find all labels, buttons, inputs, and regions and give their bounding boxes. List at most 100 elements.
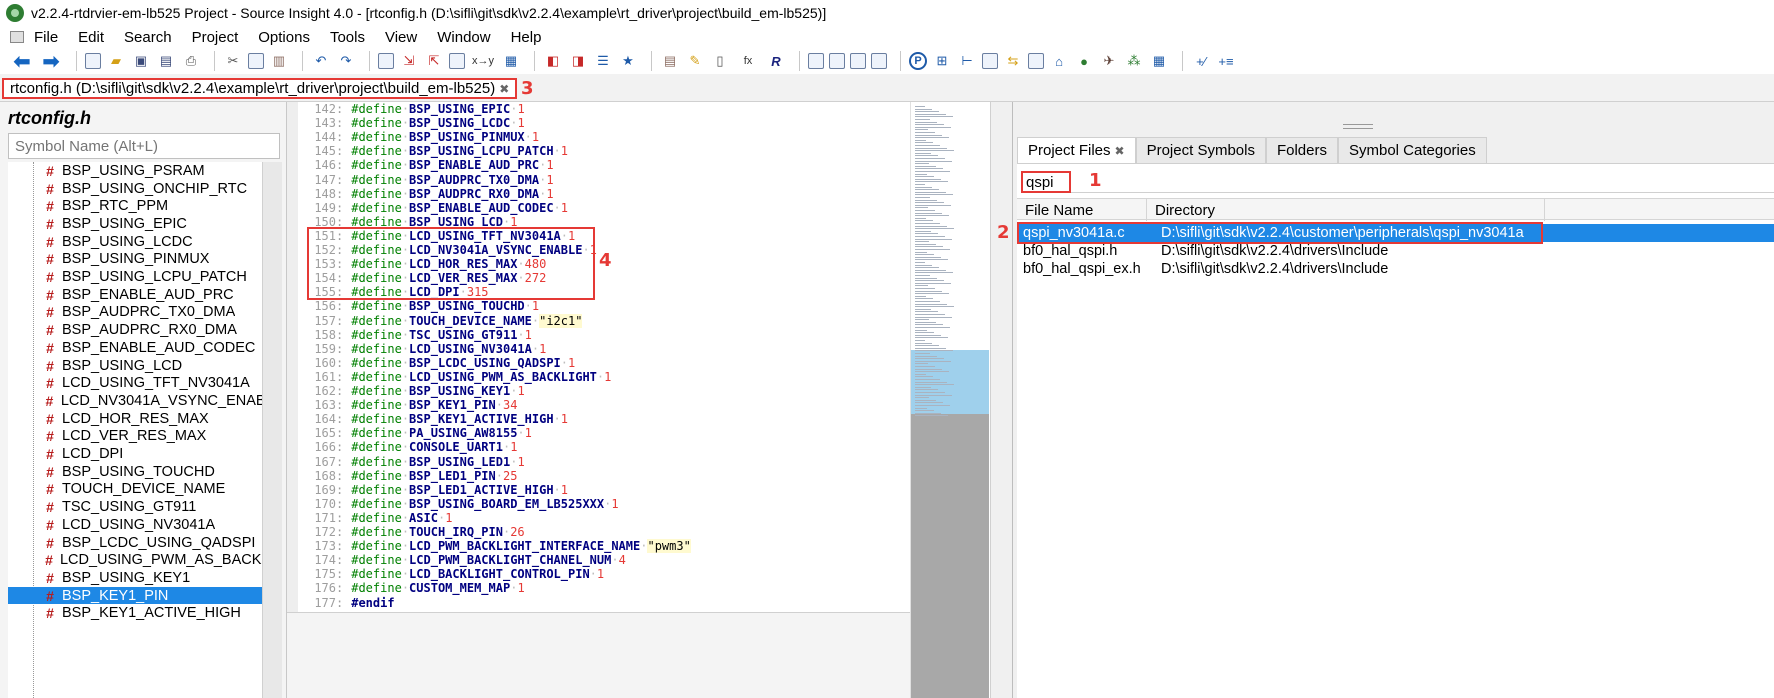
tab-folders[interactable]: Folders [1265,137,1338,163]
code-line[interactable]: 145: #define · BSP_USING_LCPU_PATCH · 1 [298,144,568,158]
code-line[interactable]: 142: #define · BSP_USING_EPIC · 1 [298,102,524,116]
panel-grip[interactable] [1343,124,1373,129]
symbol-list-item[interactable]: # LCD_DPI [8,445,262,463]
code-line[interactable]: 167: #define · BSP_USING_LED1 · 1 [298,455,524,469]
r-icon[interactable]: R [766,52,786,70]
symbol-list-item[interactable]: # BSP_USING_LCDC [8,233,262,251]
star-icon[interactable]: ★ [618,52,638,70]
redo-icon[interactable]: ↷ [336,52,356,70]
symbol-list-item[interactable]: # BSP_USING_PSRAM [8,162,262,180]
code-line[interactable]: 168: #define · BSP_LED1_PIN · 25 [298,469,517,483]
code-line[interactable]: 161: #define · LCD_USING_PWM_AS_BACKLIGHT · 1 [298,370,611,384]
project-icon[interactable]: ▤ [660,52,680,70]
symbol-list-item[interactable]: # BSP_RTC_PPM [8,197,262,215]
symbol-list-item[interactable]: # BSP_USING_EPIC [8,215,262,233]
outline-icon[interactable]: ☰ [593,52,613,70]
symbol-list-item[interactable]: # BSP_USING_PINMUX [8,251,262,269]
menu-tools[interactable]: Tools [330,29,365,46]
tab-symbol-categories[interactable]: Symbol Categories [1338,137,1487,163]
symbol-search-input[interactable] [8,133,280,159]
code-line[interactable]: 144: #define · BSP_USING_PINMUX · 1 [298,130,539,144]
system-menu-icon[interactable] [10,31,24,43]
file-row[interactable]: bf0_hal_qspi_ex.h D:\sifli\git\sdk\v2.2.4… [1017,260,1774,278]
project-file-search-input[interactable] [1021,171,1071,193]
doc-icon[interactable] [982,53,998,69]
menu-search[interactable]: Search [124,29,172,46]
menu-options[interactable]: Options [258,29,310,46]
layout2-icon[interactable] [829,53,845,69]
symbol-list-item[interactable]: # BSP_KEY1_PIN [8,586,262,605]
p-icon[interactable]: P [909,52,927,70]
code-line[interactable]: 158: #define · TSC_USING_GT911 · 1 [298,328,532,342]
code-line[interactable]: 165: #define · PA_USING_AW8155 · 1 [298,426,532,440]
plus-left-icon[interactable]: +⁄ [1191,52,1211,70]
snippet-icon[interactable]: ✎ [685,52,705,70]
code-line[interactable]: 148: #define · BSP_AUDPRC_RX0_DMA · 1 [298,187,553,201]
tab-project-symbols[interactable]: Project Symbols [1135,137,1266,163]
code-line[interactable]: 164: #define · BSP_KEY1_ACTIVE_HIGH · 1 [298,412,568,426]
menu-project[interactable]: Project [192,29,239,46]
symbol-list-item[interactable]: # TSC_USING_GT911 [8,498,262,516]
search-icon[interactable] [449,53,465,69]
back-icon[interactable]: ⬅ [10,51,34,73]
bookmark-next-icon[interactable]: ◨ [568,52,588,70]
copy-icon[interactable] [248,53,264,69]
code-line[interactable]: 173: #define · LCD_PWM_BACKLIGHT_INTERFACE_… [298,539,691,554]
symbol-list-item[interactable]: # BSP_KEY1_ACTIVE_HIGH [8,605,262,623]
lookup-icon[interactable]: ⇱ [424,52,444,70]
column-header-directory[interactable]: Directory [1147,199,1545,221]
help-icon[interactable] [1028,53,1044,69]
new-file-icon[interactable] [85,53,101,69]
editor-horizontal-scrollbar[interactable] [287,612,912,698]
symbol-list-item[interactable]: # LCD_USING_TFT_NV3041A [8,374,262,392]
jump-icon[interactable]: ⇲ [399,52,419,70]
home-icon[interactable]: ⌂ [1049,52,1069,70]
code-line[interactable]: 147: #define · BSP_AUDPRC_TX0_DMA · 1 [298,173,553,187]
menu-window[interactable]: Window [437,29,490,46]
zoom-icon[interactable] [378,53,394,69]
bird-icon[interactable]: ✈ [1099,52,1119,70]
code-line[interactable]: 166: #define · CONSOLE_UART1 · 1 [298,440,517,454]
code-line[interactable]: 160: #define · BSP_LCDC_USING_QADSPI · 1 [298,356,575,370]
bookmark-prev-icon[interactable]: ◧ [543,52,563,70]
symbol-list-item[interactable]: # BSP_ENABLE_AUD_PRC [8,286,262,304]
symbol-list-item[interactable]: # LCD_VER_RES_MAX [8,428,262,446]
layout4-icon[interactable] [871,53,887,69]
symbol-list-item[interactable]: # LCD_USING_PWM_AS_BACKLIGHT [8,551,262,569]
layout3-icon[interactable] [850,53,866,69]
menu-file[interactable]: File [34,29,58,46]
code-line[interactable]: 169: #define · BSP_LED1_ACTIVE_HIGH · 1 [298,483,568,497]
symbol-list-item[interactable]: # BSP_LCDC_USING_QADSPI [8,534,262,552]
symbol-list-item[interactable]: # TOUCH_DEVICE_NAME [8,481,262,499]
green-icon[interactable]: ▦ [1149,52,1169,70]
code-overview[interactable] [910,102,990,698]
save-all-icon[interactable]: ▤ [156,52,176,70]
symbol-list-item[interactable]: # BSP_USING_KEY1 [8,569,262,587]
symbol-list-item[interactable]: # LCD_USING_NV3041A [8,516,262,534]
open-file-icon[interactable]: ▰ [106,52,126,70]
symbol-list-scrollbar[interactable] [262,162,282,698]
code-editor[interactable]: 142: #define · BSP_USING_EPIC · 1 143: #define ·… [298,102,910,612]
paint-icon[interactable]: ● [1074,52,1094,70]
tree-icon[interactable]: ⊢ [957,52,977,70]
symbol-list-item[interactable]: # BSP_USING_TOUCHD [8,463,262,481]
symbol-list-item[interactable]: # BSP_USING_LCPU_PATCH [8,268,262,286]
code-line[interactable]: 159: #define · LCD_USING_NV3041A · 1 [298,342,546,356]
paste-icon[interactable]: ▥ [269,52,289,70]
relation-icon[interactable]: ⊞ [932,52,952,70]
symbol-list-item[interactable]: # LCD_HOR_RES_MAX [8,410,262,428]
menu-view[interactable]: View [385,29,417,46]
file-row[interactable]: bf0_hal_qspi.h D:\sifli\git\sdk\v2.2.4\dr… [1017,242,1774,260]
code-line[interactable]: 163: #define · BSP_KEY1_PIN · 34 [298,398,517,412]
tab-project-files[interactable]: Project Files ✖ [1017,137,1136,163]
code-line[interactable]: 177: #endif [298,596,394,610]
code-line[interactable]: 170: #define · BSP_USING_BOARD_EM_LB525XXX ·… [298,497,618,511]
plus-right-icon[interactable]: +≡ [1216,52,1236,70]
book-icon[interactable]: ▯ [710,52,730,70]
close-icon[interactable]: ✖ [499,82,509,96]
grid-icon[interactable]: ⁂ [1124,52,1144,70]
sync-icon[interactable]: ⇆ [1003,52,1023,70]
close-icon[interactable]: ✖ [1115,144,1125,158]
code-line[interactable]: 146: #define · BSP_ENABLE_AUD_PRC · 1 [298,158,553,172]
undo-icon[interactable]: ↶ [311,52,331,70]
